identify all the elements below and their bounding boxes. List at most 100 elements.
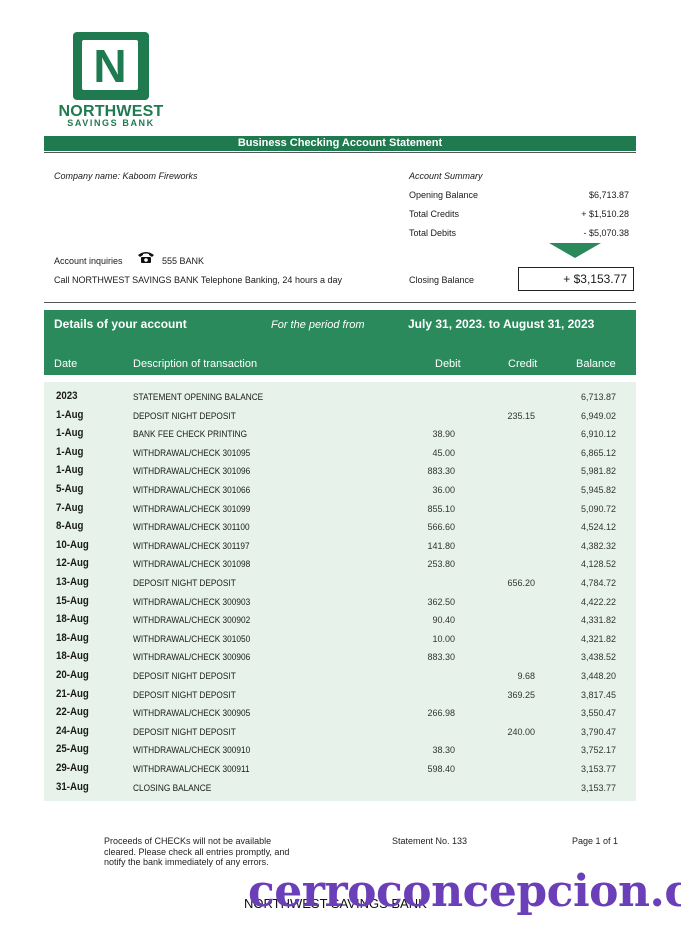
transaction-date: 29-Aug [56,762,89,774]
transaction-description: WITHDRAWAL/CHECK 300903 [133,596,251,607]
summary-heading: Account Summary [409,171,483,181]
transaction-balance: 4,422.22 [580,596,616,607]
table-row: 1-Aug BANK FEE CHECK PRINTING 38.90 6,910.1… [44,424,636,442]
transaction-date: 1-Aug [56,408,84,421]
transaction-date: 1-Aug [56,445,84,458]
transaction-balance: 6,865.12 [580,447,616,458]
bank-logo: N [73,32,149,100]
table-row: 29-Aug WITHDRAWAL/CHECK 300911 598.40 3,153… [44,759,636,777]
transaction-debit: 598.40 [427,764,455,774]
transaction-date: 13-Aug [56,576,89,588]
transaction-description: WITHDRAWAL/CHECK 301095 [133,447,251,458]
table-row: 2023 STATEMENT OPENING BALANCE 6,713.87 [44,387,636,405]
transaction-date: 8-Aug [56,520,84,533]
transaction-balance: 3,550.47 [580,708,616,719]
table-row: 18-Aug WITHDRAWAL/CHECK 300906 883.30 3,438… [44,647,636,665]
period-label: For the period from [271,319,365,331]
transactions-table: 2023 STATEMENT OPENING BALANCE 6,713.87 1-A… [44,382,636,801]
transaction-description: WITHDRAWAL/CHECK 300902 [133,615,251,626]
transaction-description: WITHDRAWAL/CHECK 301050 [133,633,251,644]
transaction-debit: 883.30 [427,652,455,663]
total-credits-label: Total Credits [409,209,460,219]
table-row: 18-Aug WITHDRAWAL/CHECK 300902 90.40 4,331.… [44,610,636,628]
transaction-date: 21-Aug [56,687,89,700]
total-credits-value: + $1,510.28 [581,209,629,219]
total-debits-label: Total Debits [409,228,457,238]
column-description: Description of transaction [133,358,258,370]
transaction-credit: 240.00 [507,726,535,737]
transaction-description: WITHDRAWAL/CHECK 301197 [133,540,250,551]
statement-title: Business Checking Account Statement [44,136,636,151]
transaction-debit: 362.50 [427,596,455,607]
transaction-credit: 369.25 [507,689,535,700]
transaction-date: 31-Aug [56,780,89,793]
opening-balance-value: $6,713.87 [588,190,629,200]
table-row: 10-Aug WITHDRAWAL/CHECK 301197 141.80 4,382… [44,536,636,554]
table-row: 8-Aug WITHDRAWAL/CHECK 301100 566.60 4,524.… [44,517,636,535]
divider [44,152,636,153]
table-row: 24-Aug DEPOSIT NIGHT DEPOSIT 240.00 3,790.4… [44,722,636,740]
transaction-debit: 38.30 [432,745,455,756]
transaction-balance: 3,153.77 [580,782,616,793]
transaction-description: WITHDRAWAL/CHECK 301099 [133,503,251,514]
summary-arrow-icon [549,243,601,258]
company-name: Company name: Kaboom Fireworks [54,171,198,181]
footer-note-line1: Proceeds of CHECKs will not be available [104,836,272,846]
transaction-date: 20-Aug [56,669,89,681]
transaction-balance: 3,752.17 [580,745,616,756]
transaction-debit: 10.00 [432,633,455,644]
statement-period: July 31, 2023. to August 31, 2023 [408,317,595,331]
phone-number: 555 BANK [162,256,205,266]
details-heading: Details of your account [54,317,187,331]
transaction-balance: 6,949.02 [580,410,616,421]
telephone-banking-note: Call NORTHWEST SAVINGS BANK Telephone Ba… [54,275,342,285]
transaction-description: WITHDRAWAL/CHECK 301066 [133,485,251,495]
total-debits-value: - $5,070.38 [583,228,629,238]
transaction-debit: 141.80 [427,540,455,551]
transaction-balance: 3,817.45 [580,689,616,700]
transaction-date: 22-Aug [56,706,89,719]
account-inquiries-label: Account inquiries [54,256,123,266]
transaction-description: WITHDRAWAL/CHECK 300905 [133,708,251,719]
telephone-icon [137,250,155,269]
transaction-balance: 3,438.52 [580,652,616,663]
table-row: 22-Aug WITHDRAWAL/CHECK 300905 266.98 3,550… [44,703,636,721]
transaction-date: 10-Aug [56,538,89,551]
opening-balance-label: Opening Balance [409,190,479,200]
transaction-balance: 4,128.52 [580,559,616,570]
table-row: 1-Aug DEPOSIT NIGHT DEPOSIT 235.15 6,949.02 [44,406,636,424]
table-row: 21-Aug DEPOSIT NIGHT DEPOSIT 369.25 3,817.4… [44,685,636,703]
transaction-balance: 3,790.47 [580,726,616,737]
table-row: 12-Aug WITHDRAWAL/CHECK 301098 253.80 4,128… [44,554,636,572]
footer-note-line2: cleared. Please check all entries prompt… [104,847,290,857]
transaction-debit: 36.00 [432,485,455,495]
transaction-balance: 4,331.82 [580,615,616,626]
transaction-date: 18-Aug [56,650,89,663]
table-row: 1-Aug WITHDRAWAL/CHECK 301095 45.00 6,865.1… [44,443,636,461]
transaction-description: WITHDRAWAL/CHECK 300911 [133,764,250,774]
closing-balance-label: Closing Balance [409,275,475,285]
table-row: 13-Aug DEPOSIT NIGHT DEPOSIT 656.20 4,784.7… [44,573,636,591]
transaction-date: 12-Aug [56,557,89,570]
transaction-description: DEPOSIT NIGHT DEPOSIT [133,689,236,700]
transaction-date: 24-Aug [56,724,89,737]
transaction-description: WITHDRAWAL/CHECK 301098 [133,559,251,570]
divider [44,302,636,303]
column-debit: Debit [435,358,461,370]
logo-letter: N [93,40,127,92]
transaction-description: WITHDRAWAL/CHECK 300906 [133,652,251,663]
transaction-description: STATEMENT OPENING BALANCE [133,392,264,402]
transaction-credit: 656.20 [507,578,535,588]
transaction-date: 7-Aug [56,501,84,514]
transaction-date: 1-Aug [56,464,84,477]
transaction-debit: 38.90 [432,429,455,440]
transaction-date: 1-Aug [56,427,84,440]
transaction-balance: 3,153.77 [580,764,616,774]
column-date: Date [54,358,78,370]
transaction-balance: 4,524.12 [580,522,616,533]
transaction-date: 15-Aug [56,594,89,607]
watermark: cerroconcepcion.cl [248,866,681,917]
transaction-balance: 5,945.82 [580,485,616,495]
table-row: 25-Aug WITHDRAWAL/CHECK 300910 38.30 3,752.… [44,740,636,758]
table-row: 7-Aug WITHDRAWAL/CHECK 301099 855.10 5,090.… [44,499,636,517]
